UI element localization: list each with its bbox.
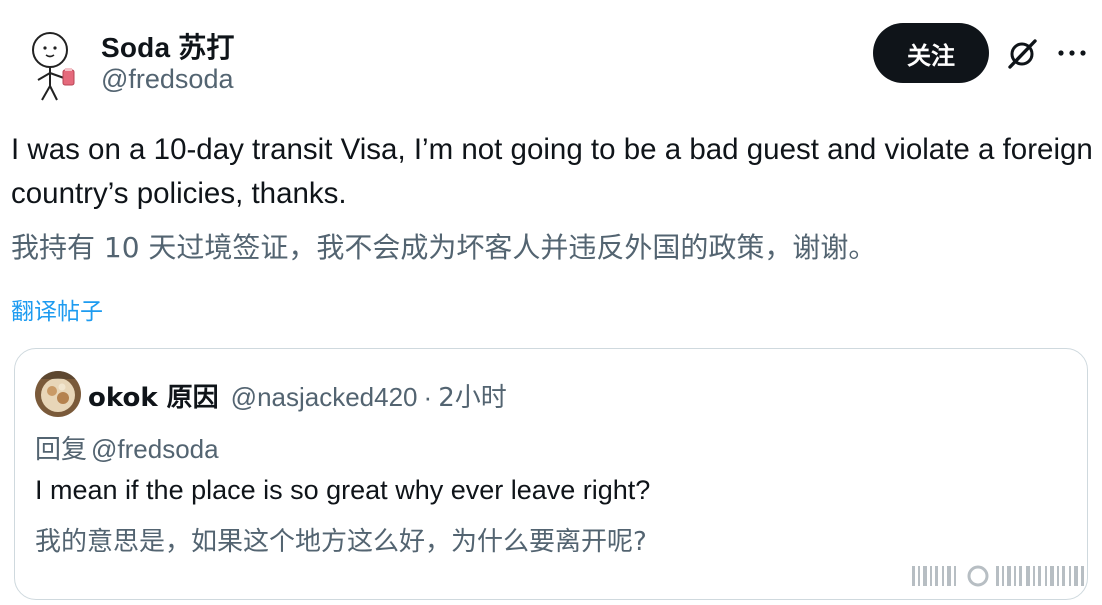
watermark-logo <box>912 562 1088 590</box>
food-photo-icon <box>35 371 81 417</box>
quote-timestamp[interactable]: 2小时 <box>438 377 507 414</box>
tweet-text: I was on a 10-day transit Visa, I’m not … <box>11 133 1093 210</box>
quote-translation: 我的意思是，如果这个地方这么好，为什么要离开呢? <box>35 527 647 557</box>
author-handle[interactable]: @fredsoda <box>101 64 233 95</box>
quote-author-name[interactable]: okok 原因 <box>88 377 219 414</box>
stick-figure-icon <box>32 32 75 101</box>
quote-text: I mean if the place is so great why ever… <box>35 475 651 505</box>
reply-label: 回复 <box>35 435 88 465</box>
grok-icon-glyph <box>1008 39 1037 69</box>
grok-icon[interactable] <box>1004 36 1040 72</box>
quote-header: okok 原因 @nasjacked420 · 2小时 <box>88 377 507 414</box>
more-dots-glyph <box>1058 50 1086 56</box>
follow-button[interactable]: 关注 <box>873 23 989 83</box>
tweet-translation: 我持有 10 天过境签证，我不会成为坏客人并违反外国的政策，谢谢。 <box>11 231 877 264</box>
quote-author-avatar[interactable] <box>35 371 81 417</box>
translate-post-link[interactable]: 翻译帖子 <box>11 292 103 326</box>
quote-author-handle[interactable]: @nasjacked420 <box>231 382 418 413</box>
reply-to-line: 回复 @fredsoda <box>35 429 219 466</box>
watermark-glyph <box>912 565 1084 587</box>
separator-dot: · <box>423 382 433 412</box>
more-icon[interactable] <box>1056 42 1088 64</box>
reply-target-handle[interactable]: @fredsoda <box>91 434 219 464</box>
author-display-name[interactable]: Soda 苏打 <box>101 26 235 66</box>
tweet-screenshot: Soda 苏打 @fredsoda 关注 I was on a 10-day t… <box>0 0 1102 605</box>
author-avatar[interactable] <box>20 26 84 102</box>
